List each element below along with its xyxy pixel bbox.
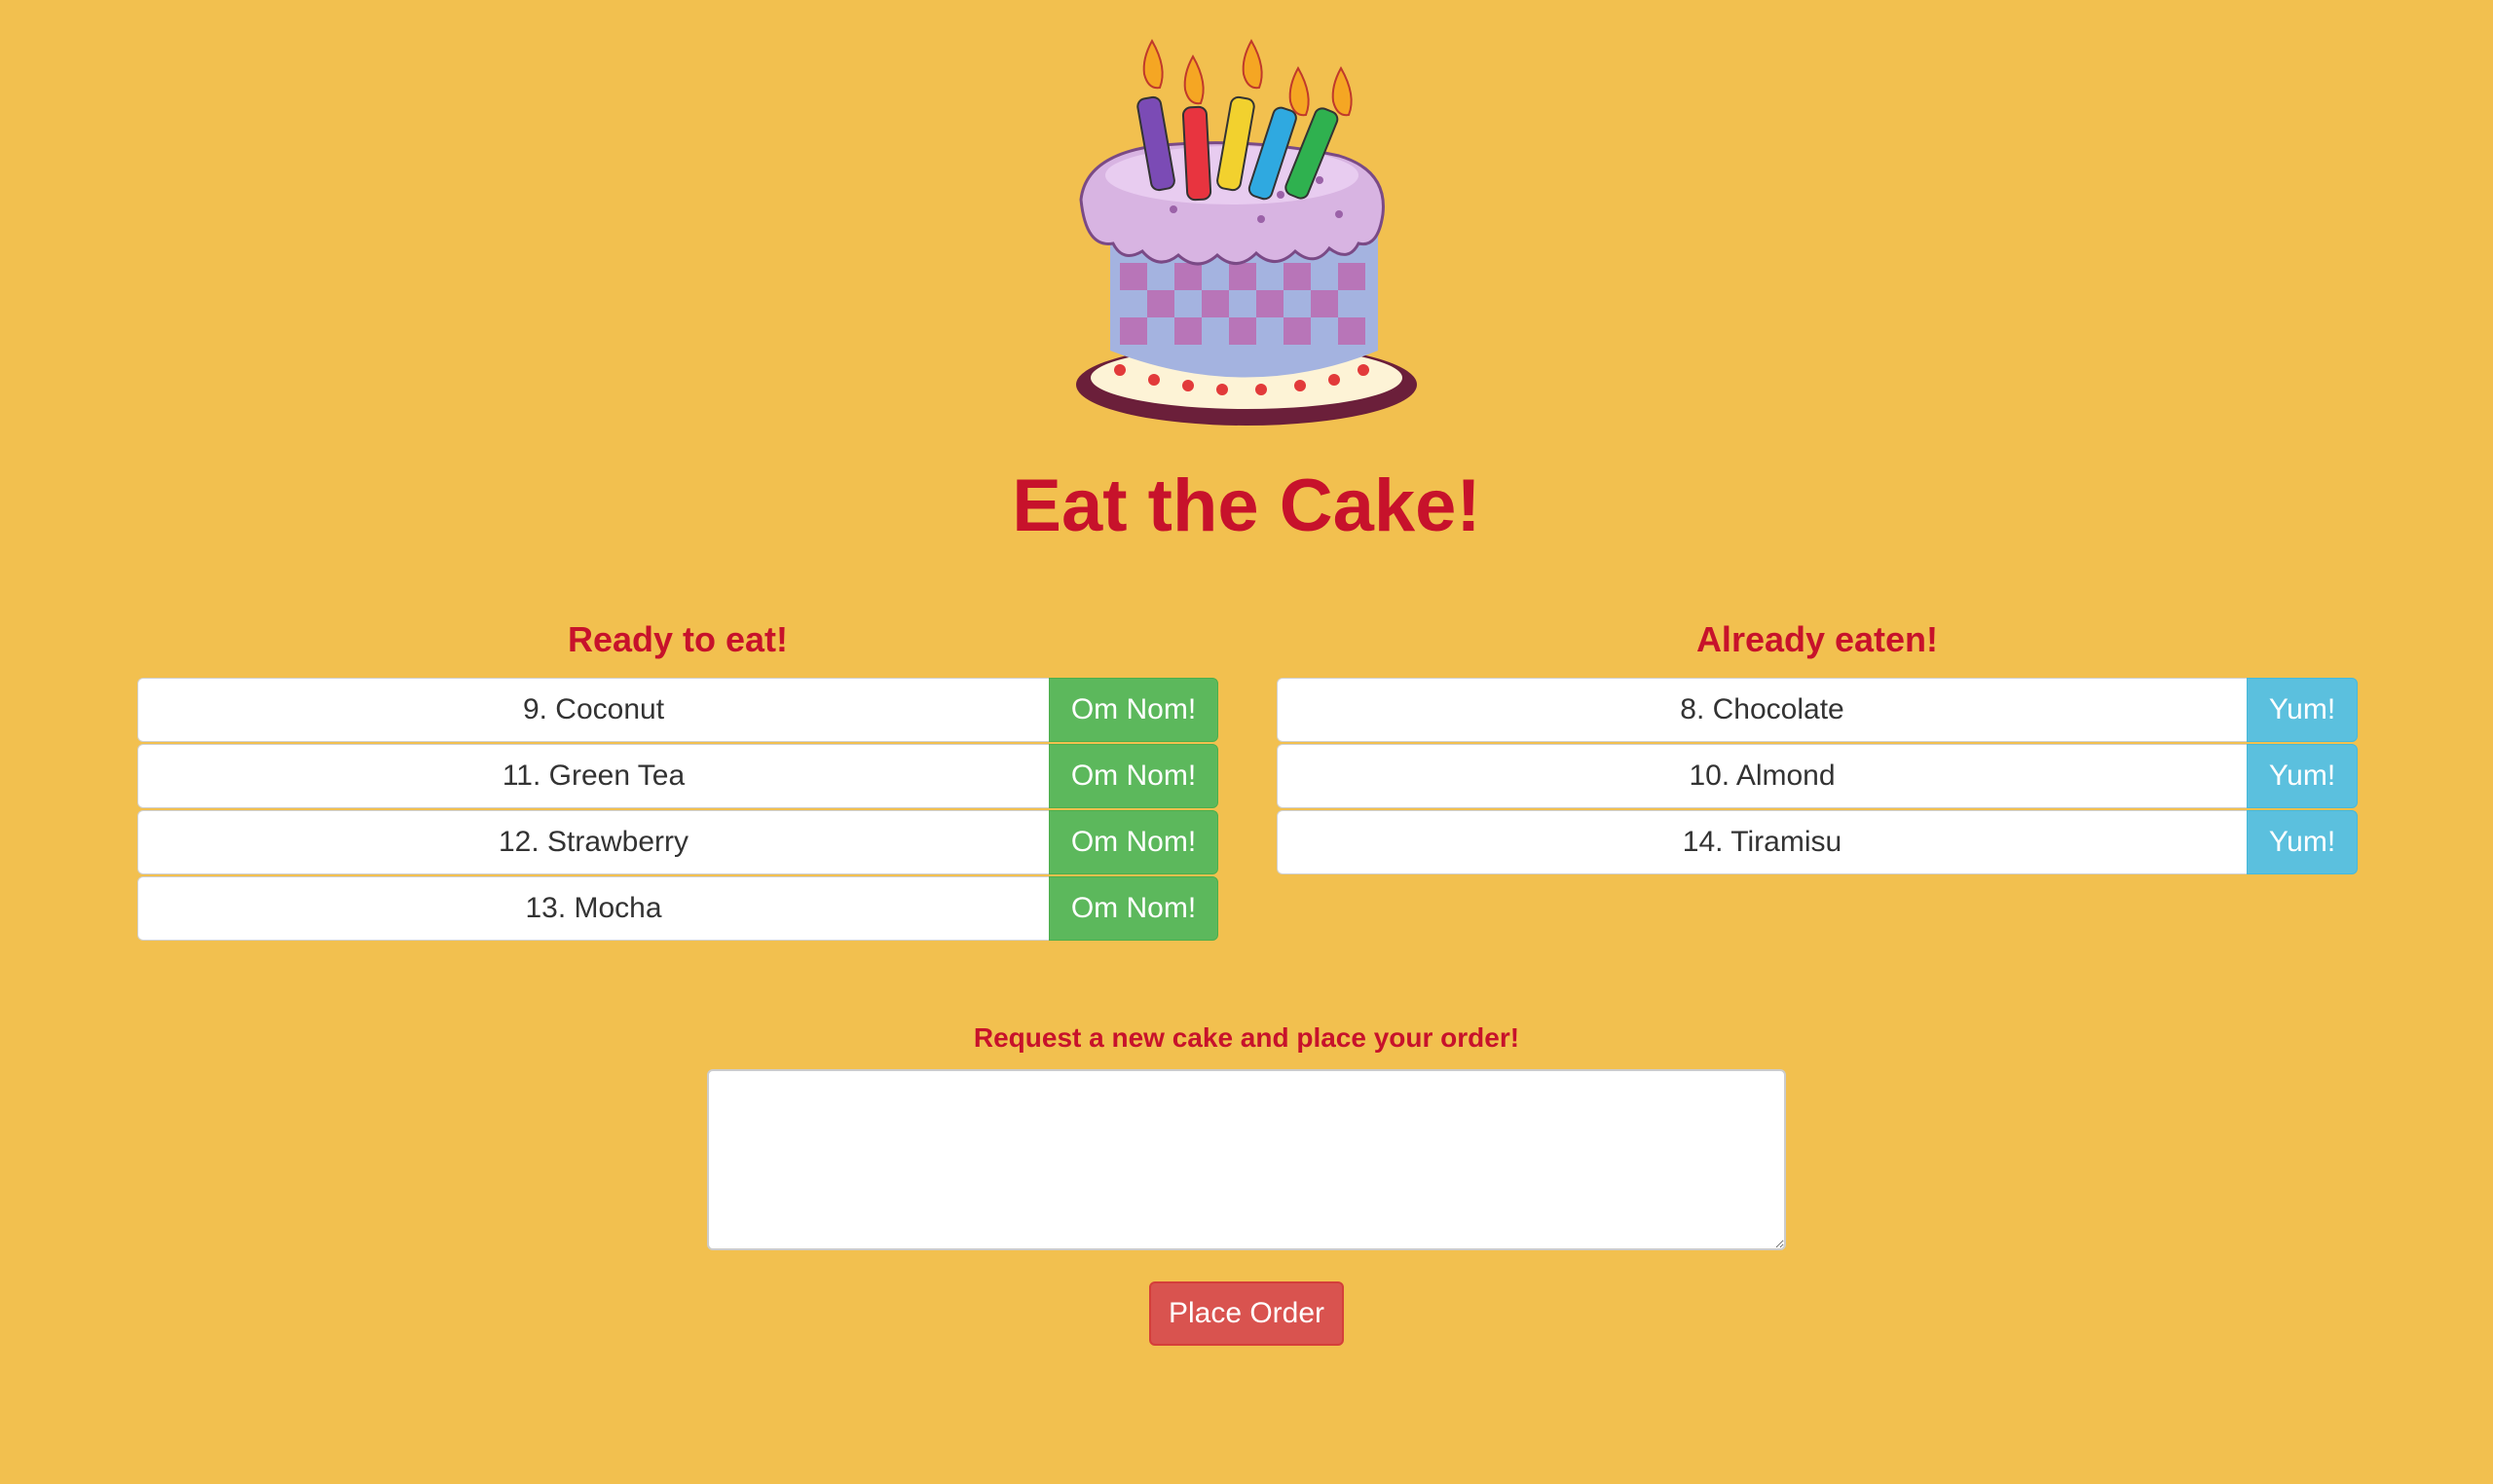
cake-name: 13. Mocha	[137, 876, 1049, 941]
cake-logo	[1066, 29, 1427, 438]
cake-name: 14. Tiramisu	[1277, 810, 2247, 874]
om-nom-button[interactable]: Om Nom!	[1049, 678, 1218, 742]
om-nom-button[interactable]: Om Nom!	[1049, 876, 1218, 941]
yum-button[interactable]: Yum!	[2247, 810, 2358, 874]
cake-name: 12. Strawberry	[137, 810, 1049, 874]
order-label: Request a new cake and place your order!	[973, 1022, 1520, 1053]
list-item: 10. Almond Yum!	[1277, 744, 2358, 808]
eaten-heading: Already eaten!	[1695, 619, 1939, 659]
cake-name: 9. Coconut	[137, 678, 1049, 742]
cake-name: 8. Chocolate	[1277, 678, 2247, 742]
yum-button[interactable]: Yum!	[2247, 678, 2358, 742]
cake-name: 10. Almond	[1277, 744, 2247, 808]
list-item: 9. Coconut Om Nom!	[137, 678, 1218, 742]
already-eaten-column: Already eaten! 8. Chocolate Yum! 10. Alm…	[1277, 613, 2358, 876]
place-order-button[interactable]: Place Order	[1149, 1281, 1344, 1346]
ready-to-eat-column: Ready to eat! 9. Coconut Om Nom! 11. Gre…	[137, 613, 1218, 943]
yum-button[interactable]: Yum!	[2247, 744, 2358, 808]
om-nom-button[interactable]: Om Nom!	[1049, 744, 1218, 808]
om-nom-button[interactable]: Om Nom!	[1049, 810, 1218, 874]
page-title: Eat the Cake!	[1012, 464, 1481, 547]
order-textarea[interactable]	[707, 1069, 1786, 1250]
list-item: 11. Green Tea Om Nom!	[137, 744, 1218, 808]
list-item: 8. Chocolate Yum!	[1277, 678, 2358, 742]
list-item: 14. Tiramisu Yum!	[1277, 810, 2358, 874]
cake-name: 11. Green Tea	[137, 744, 1049, 808]
ready-heading: Ready to eat!	[567, 619, 789, 659]
list-item: 12. Strawberry Om Nom!	[137, 810, 1218, 874]
list-item: 13. Mocha Om Nom!	[137, 876, 1218, 941]
